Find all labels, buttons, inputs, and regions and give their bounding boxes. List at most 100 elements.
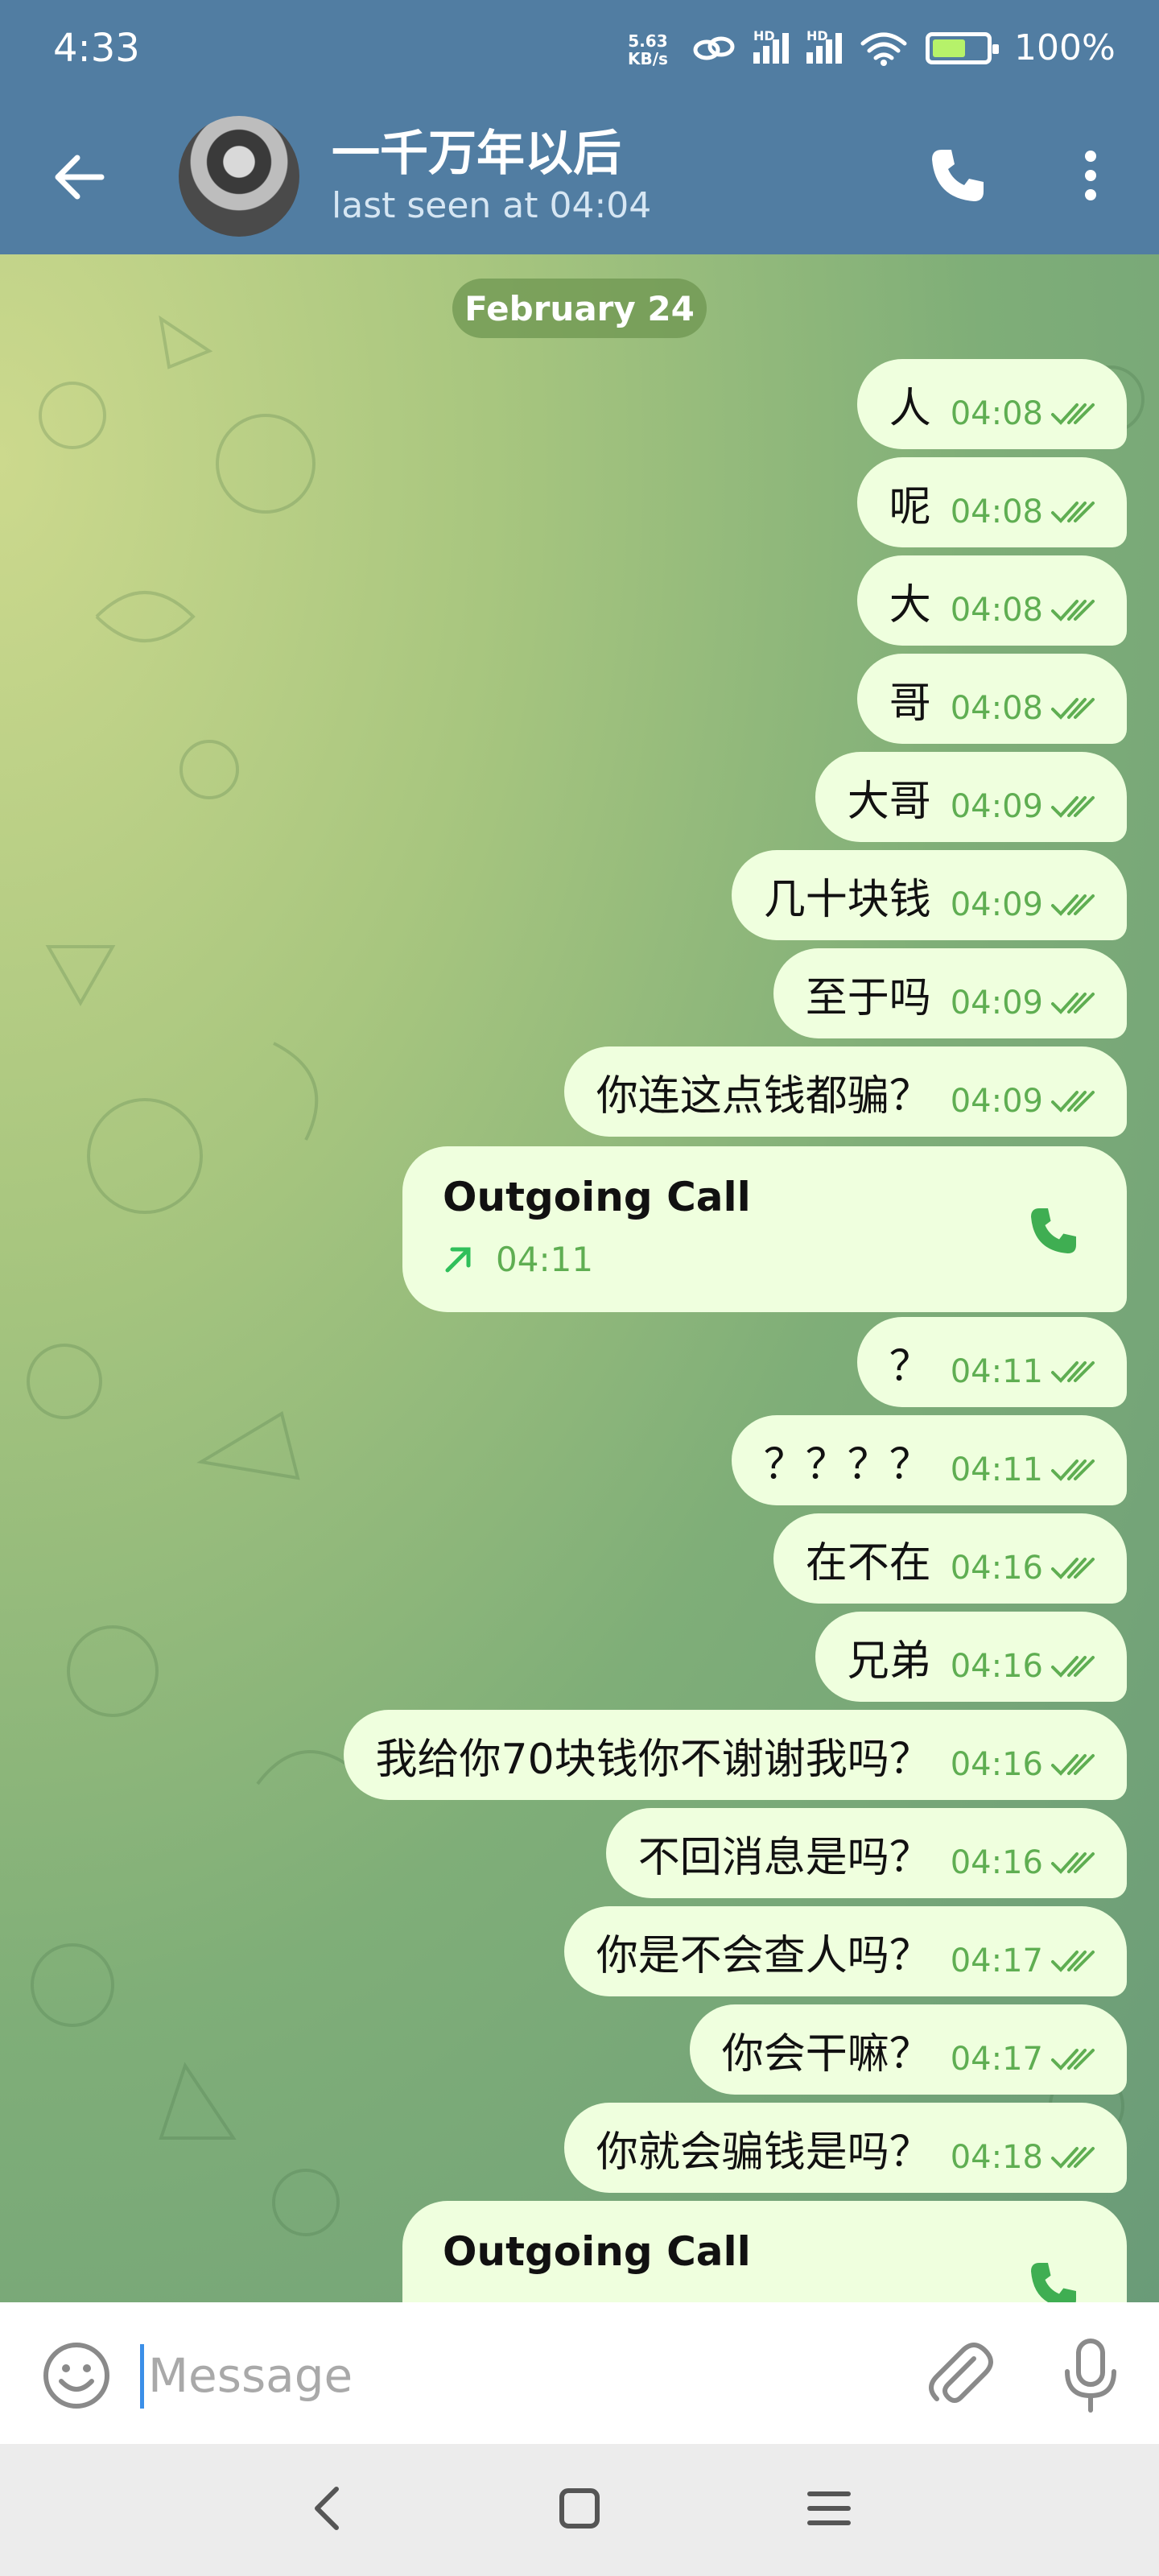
double-check-icon [1051, 502, 1095, 523]
message-time: 04:16 [950, 1550, 1043, 1587]
message-meta: 04:09 [951, 769, 1099, 825]
message-meta: 04:16 [951, 1727, 1099, 1783]
message-text: 至于吗 [805, 973, 931, 1022]
message-bubble[interactable]: 大哥 04:09 [815, 752, 1127, 842]
message-bubble[interactable]: 兄弟 04:16 [815, 1612, 1127, 1702]
call-bubble[interactable]: Outgoing Call 04:11 [402, 1146, 1127, 1312]
message-meta: 04:16 [951, 1530, 1099, 1587]
avatar[interactable] [179, 116, 299, 237]
date-divider: February 24 [452, 279, 707, 338]
call-title: Outgoing Call [443, 1174, 751, 1220]
battery-percent: 100% [1014, 27, 1116, 68]
message-text: 呢 [889, 482, 931, 531]
chat-title[interactable]: 一千万年以后 [332, 114, 621, 184]
nav-home-icon[interactable] [547, 2476, 612, 2541]
message-text: ？ [889, 1342, 931, 1391]
status-icons: HD HD [692, 28, 999, 66]
message-text: 我给你70块钱你不谢谢我吗？ [375, 1735, 931, 1784]
message-bubble[interactable]: 你是不会查人吗？ 04:17 [563, 1906, 1127, 1996]
message-bubble[interactable]: ？ 04:11 [856, 1317, 1127, 1407]
chat-header: 一千万年以后 last seen at 04:04 [0, 105, 1159, 250]
message-text: 大 [889, 580, 931, 630]
message-time: 04:18 [950, 2139, 1043, 2176]
message-time: 04:09 [950, 985, 1043, 1022]
microphone-icon[interactable] [1054, 2334, 1127, 2415]
last-seen-status: last seen at 04:04 [332, 185, 652, 226]
message-bubble[interactable]: 大 04:08 [856, 555, 1127, 646]
nav-recents-icon[interactable] [797, 2476, 861, 2541]
message-meta: 04:11 [951, 1432, 1099, 1488]
message-meta: 04:09 [951, 965, 1099, 1022]
message-text: 人 [889, 384, 931, 433]
network-speed: 5.63 KB/s [628, 32, 668, 68]
status-time: 4:33 [53, 26, 140, 71]
phone-call-icon[interactable] [1025, 2257, 1082, 2302]
message-time: 04:08 [950, 395, 1043, 432]
phone-call-icon[interactable] [1025, 1203, 1082, 1259]
signal-1-label: HD [753, 28, 775, 43]
attach-icon[interactable] [918, 2334, 998, 2415]
double-check-icon [1051, 698, 1095, 720]
outgoing-arrow-icon [445, 1247, 471, 1273]
message-time: 04:17 [950, 1942, 1043, 1979]
phone-icon[interactable] [926, 143, 990, 208]
message-meta: 04:08 [951, 572, 1099, 629]
battery-icon [926, 32, 999, 64]
system-navigation-bar [0, 2444, 1159, 2576]
message-meta: 04:18 [951, 2120, 1099, 2176]
more-options-icon[interactable] [1070, 143, 1111, 208]
message-input[interactable] [148, 2341, 872, 2410]
message-bubble[interactable]: 至于吗 04:09 [773, 948, 1127, 1038]
back-arrow-icon[interactable] [48, 145, 113, 209]
double-check-icon [1051, 403, 1095, 425]
chat-area[interactable]: February 24 人 04:08 呢 04:08 大 04:08 哥 04:08 … [0, 254, 1159, 2302]
wifi-icon [860, 32, 907, 66]
message-time: 04:16 [950, 1746, 1043, 1783]
message-time: 04:08 [950, 690, 1043, 727]
message-meta: 04:08 [951, 376, 1099, 432]
message-meta: 04:16 [951, 1825, 1099, 1881]
message-time: 04:08 [950, 592, 1043, 629]
message-text: 你会干嘛？ [721, 2029, 931, 2079]
message-bubble[interactable]: 呢 04:08 [856, 457, 1127, 547]
double-check-icon [1051, 1951, 1095, 1972]
message-text: 在不在 [805, 1538, 931, 1587]
signal-2-label: HD [806, 28, 828, 43]
message-bubble[interactable]: 你连这点钱都骗？ 04:09 [563, 1046, 1127, 1137]
message-meta: 04:11 [951, 1334, 1099, 1390]
message-bubble[interactable]: 我给你70块钱你不谢谢我吗？ 04:16 [343, 1710, 1127, 1800]
message-bubble[interactable]: 哥 04:08 [856, 654, 1127, 744]
emoji-icon[interactable] [40, 2339, 113, 2412]
message-text: 兄弟 [847, 1637, 931, 1686]
message-meta: 04:09 [951, 1063, 1099, 1120]
call-time: 04:11 [496, 1240, 594, 1279]
message-text: 你连这点钱都骗？ [596, 1071, 931, 1121]
network-speed-unit: KB/s [628, 49, 668, 68]
call-bubble[interactable]: Outgoing Call [402, 2201, 1127, 2302]
double-check-icon [1051, 2147, 1095, 2169]
message-bubble[interactable]: 在不在 04:16 [773, 1513, 1127, 1604]
message-time: 04:11 [950, 1353, 1043, 1390]
message-time: 04:17 [950, 2041, 1043, 2078]
message-bubble[interactable]: 你会干嘛？ 04:17 [689, 2004, 1127, 2095]
message-bubble[interactable]: 你就会骗钱是吗？ 04:18 [563, 2103, 1127, 2193]
double-check-icon [1051, 993, 1095, 1014]
double-check-icon [1051, 2049, 1095, 2070]
double-check-icon [1051, 1656, 1095, 1678]
call-title: Outgoing Call [443, 2228, 751, 2275]
message-meta: 04:09 [951, 867, 1099, 923]
text-cursor [140, 2344, 144, 2409]
nav-back-icon[interactable] [296, 2476, 361, 2541]
message-meta: 04:08 [951, 474, 1099, 530]
message-bubble[interactable]: ？？？？ 04:11 [731, 1415, 1127, 1505]
double-check-icon [1051, 1754, 1095, 1776]
signal-2-icon: HD [806, 28, 842, 64]
message-meta: 04:16 [951, 1629, 1099, 1685]
double-check-icon [1051, 796, 1095, 818]
message-bubble[interactable]: 不回消息是吗？ 04:16 [605, 1808, 1127, 1898]
message-bubble[interactable]: 人 04:08 [856, 359, 1127, 449]
message-time: 04:08 [950, 493, 1043, 530]
message-bubble[interactable]: 几十块钱 04:09 [731, 850, 1127, 940]
message-meta: 04:08 [951, 671, 1099, 727]
message-text: ？？？？ [763, 1440, 931, 1489]
